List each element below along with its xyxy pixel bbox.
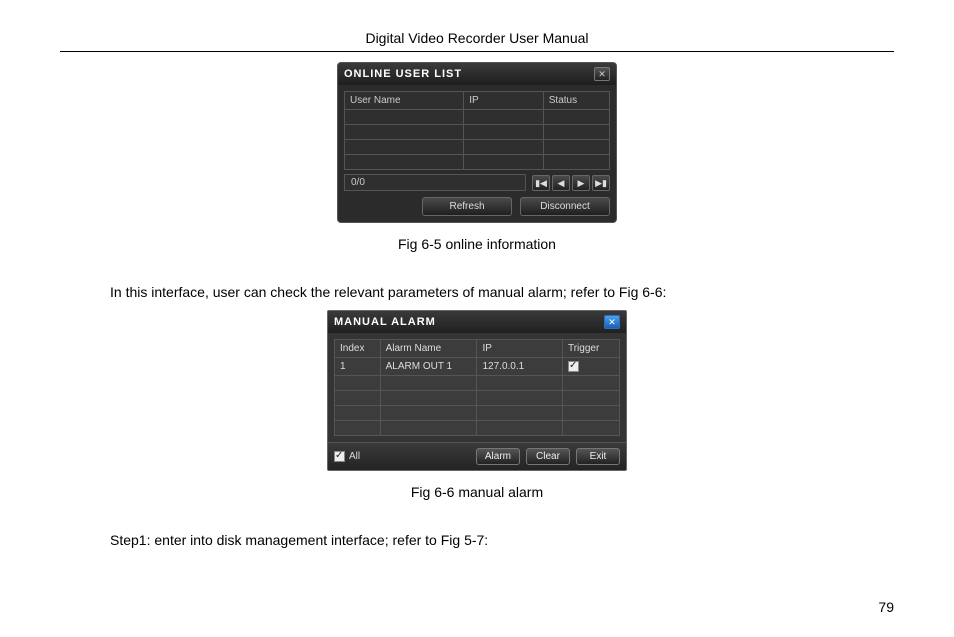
cell-trigger: [562, 358, 619, 376]
table-row: [345, 155, 610, 170]
cell-index: 1: [335, 358, 381, 376]
col-status: Status: [543, 92, 609, 110]
paragraph-step1: Step1: enter into disk management interf…: [110, 532, 894, 548]
pager-prev-icon[interactable]: ◀: [552, 175, 570, 191]
dialog-body: Index Alarm Name IP Trigger 1 ALARM OUT …: [328, 333, 626, 442]
col-index: Index: [335, 340, 381, 358]
header-divider: [60, 51, 894, 52]
exit-button[interactable]: Exit: [576, 448, 620, 465]
table-row: [345, 110, 610, 125]
paragraph-manual-alarm-intro: In this interface, user can check the re…: [110, 284, 894, 300]
pager-next-icon[interactable]: ▶: [572, 175, 590, 191]
figure-online-user-list: ONLINE USER LIST ✕ User Name IP Status 0…: [60, 62, 894, 252]
refresh-button[interactable]: Refresh: [422, 197, 512, 216]
close-icon[interactable]: ✕: [594, 67, 610, 81]
col-trigger: Trigger: [562, 340, 619, 358]
cell-alarm-name: ALARM OUT 1: [380, 358, 477, 376]
table-row: [335, 376, 620, 391]
pager-buttons: ▮◀ ◀ ▶ ▶▮: [532, 175, 610, 191]
all-label: All: [349, 451, 360, 462]
table-row: [335, 421, 620, 436]
table-row: [345, 140, 610, 155]
page-number: 79: [878, 599, 894, 615]
dialog-titlebar: MANUAL ALARM ✕: [328, 311, 626, 333]
all-checkbox[interactable]: [334, 451, 345, 462]
disconnect-button[interactable]: Disconnect: [520, 197, 610, 216]
dialog-titlebar: ONLINE USER LIST ✕: [338, 63, 616, 85]
col-alarm-name: Alarm Name: [380, 340, 477, 358]
dialog-body: User Name IP Status 0/0 ▮◀ ◀ ▶ ▶▮: [338, 85, 616, 222]
manual-alarm-table: Index Alarm Name IP Trigger 1 ALARM OUT …: [334, 339, 620, 436]
pager-last-icon[interactable]: ▶▮: [592, 175, 610, 191]
dialog-title: ONLINE USER LIST: [344, 68, 462, 80]
dialog-title: MANUAL ALARM: [334, 316, 436, 328]
col-user-name: User Name: [345, 92, 464, 110]
pager-first-icon[interactable]: ▮◀: [532, 175, 550, 191]
figure-caption: Fig 6-5 online information: [60, 236, 894, 252]
alarm-button[interactable]: Alarm: [476, 448, 520, 465]
table-row: [335, 406, 620, 421]
dialog-footer: All Alarm Clear Exit: [328, 442, 626, 470]
cell-ip: 127.0.0.1: [477, 358, 563, 376]
col-ip: IP: [464, 92, 544, 110]
clear-button[interactable]: Clear: [526, 448, 570, 465]
doc-header-title: Digital Video Recorder User Manual: [60, 30, 894, 46]
pager-count: 0/0: [344, 174, 526, 191]
col-ip: IP: [477, 340, 563, 358]
close-icon[interactable]: ✕: [604, 315, 620, 329]
table-row: [345, 125, 610, 140]
online-user-table: User Name IP Status: [344, 91, 610, 170]
figure-caption: Fig 6-6 manual alarm: [60, 484, 894, 500]
online-user-dialog: ONLINE USER LIST ✕ User Name IP Status 0…: [337, 62, 617, 223]
trigger-checkbox[interactable]: [568, 361, 579, 372]
table-row: [335, 391, 620, 406]
manual-alarm-dialog: MANUAL ALARM ✕ Index Alarm Name IP Trigg…: [327, 310, 627, 471]
figure-manual-alarm: MANUAL ALARM ✕ Index Alarm Name IP Trigg…: [60, 310, 894, 500]
table-row: 1 ALARM OUT 1 127.0.0.1: [335, 358, 620, 376]
